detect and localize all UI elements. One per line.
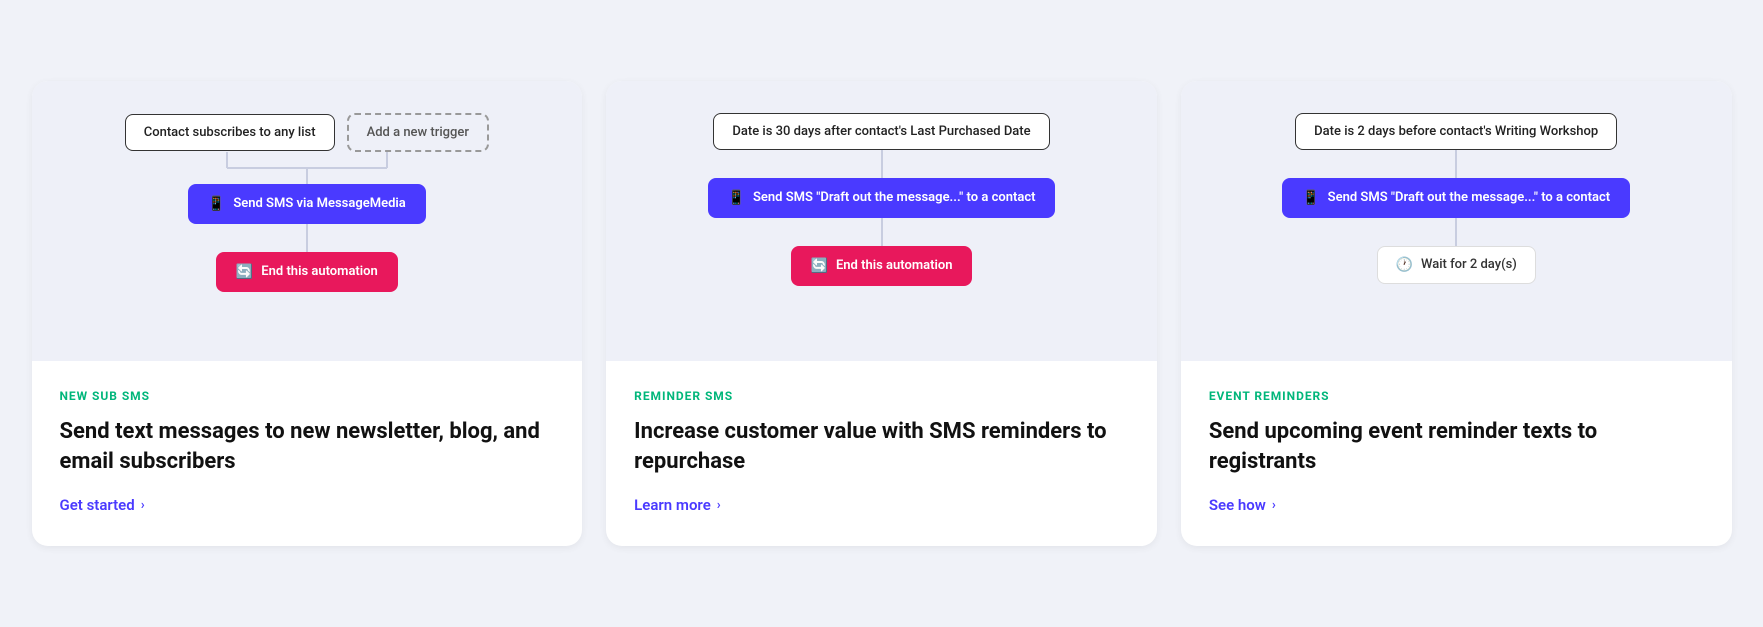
connector-3a (1455, 150, 1457, 178)
action-card2-1-node: 📱 Send SMS "Draft out the message..." to… (708, 178, 1056, 218)
sms-icon: 📱 (208, 196, 225, 212)
card-event-reminders: Date is 2 days before contact's Writing … (1181, 81, 1732, 546)
action-2-node: 🔄 End this automation (216, 252, 398, 292)
action-card2-2-node: 🔄 End this automation (791, 246, 973, 286)
end-icon-2: 🔄 (811, 258, 828, 274)
end-icon: 🔄 (236, 264, 253, 280)
card-3-content: EVENT REMINDERS Send upcoming event remi… (1181, 361, 1732, 546)
chevron-icon-1: › (141, 498, 145, 513)
connector-3b (1455, 218, 1457, 246)
connector-2a (881, 150, 883, 178)
card-3-title: Send upcoming event reminder texts to re… (1209, 417, 1704, 476)
trigger-2-node: Add a new trigger (347, 113, 489, 152)
card-1-content: NEW SUB SMS Send text messages to new ne… (32, 361, 583, 546)
connector-1 (306, 224, 308, 252)
sms-icon-2: 📱 (728, 190, 745, 206)
connector-2b (881, 218, 883, 246)
card-2-content: REMINDER SMS Increase customer value wit… (606, 361, 1157, 546)
action-card3-1-node: 📱 Send SMS "Draft out the message..." to… (1282, 178, 1630, 218)
cards-container: Contact subscribes to any list Add a new… (32, 81, 1732, 546)
card-1-title: Send text messages to new newsletter, bl… (60, 417, 555, 476)
card-reminder-sms: Date is 30 days after contact's Last Pur… (606, 81, 1157, 546)
card-3-link[interactable]: See how › (1209, 496, 1704, 514)
trigger-card3-node: Date is 2 days before contact's Writing … (1295, 113, 1617, 150)
card-2-title: Increase customer value with SMS reminde… (634, 417, 1129, 476)
trigger-card2-node: Date is 30 days after contact's Last Pur… (713, 113, 1049, 150)
card-2-category: REMINDER SMS (634, 389, 1129, 403)
card-2-link[interactable]: Learn more › (634, 496, 1129, 514)
clock-icon: 🕐 (1396, 257, 1413, 273)
chevron-icon-3: › (1272, 498, 1276, 513)
trigger-1-node: Contact subscribes to any list (125, 114, 335, 151)
card-3-diagram: Date is 2 days before contact's Writing … (1181, 81, 1732, 361)
sms-icon-3: 📱 (1302, 190, 1319, 206)
chevron-icon-2: › (717, 498, 721, 513)
card-1-diagram: Contact subscribes to any list Add a new… (32, 81, 583, 361)
action-1-node: 📱 Send SMS via MessageMedia (188, 184, 426, 224)
card-1-category: NEW SUB SMS (60, 389, 555, 403)
card-1-link[interactable]: Get started › (60, 496, 555, 514)
action-card3-2-node: 🕐 Wait for 2 day(s) (1377, 246, 1536, 284)
card-2-diagram: Date is 30 days after contact's Last Pur… (606, 81, 1157, 361)
card-new-sub-sms: Contact subscribes to any list Add a new… (32, 81, 583, 546)
card-3-category: EVENT REMINDERS (1209, 389, 1704, 403)
